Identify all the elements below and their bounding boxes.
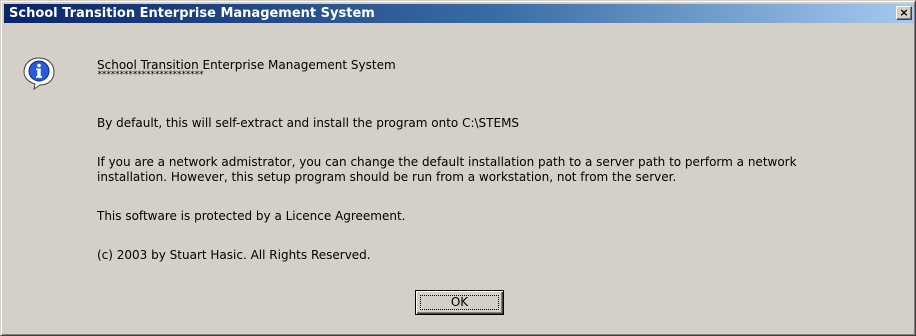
window-title: School Transition Enterprise Management … xyxy=(9,6,375,21)
ok-button[interactable]: OK xyxy=(415,290,504,315)
close-button[interactable]: × xyxy=(896,6,912,20)
close-icon: × xyxy=(899,6,909,19)
title-bar[interactable]: School Transition Enterprise Management … xyxy=(4,4,914,23)
message-network-line-1: If you are a network admistrator, you ca… xyxy=(97,155,797,169)
ok-button-label: OK xyxy=(450,295,469,309)
message-dialog: School Transition Enterprise Management … xyxy=(0,0,916,336)
message-stars: ************************ xyxy=(97,70,204,80)
message-copyright: (c) 2003 by Stuart Hasic. All Rights Res… xyxy=(97,248,371,262)
message-default-path: By default, this will self-extract and i… xyxy=(97,116,520,130)
message-licence: This software is protected by a Licence … xyxy=(97,209,406,223)
message-network-line-2: installation. However, this setup progra… xyxy=(97,170,677,184)
information-icon xyxy=(23,57,55,90)
